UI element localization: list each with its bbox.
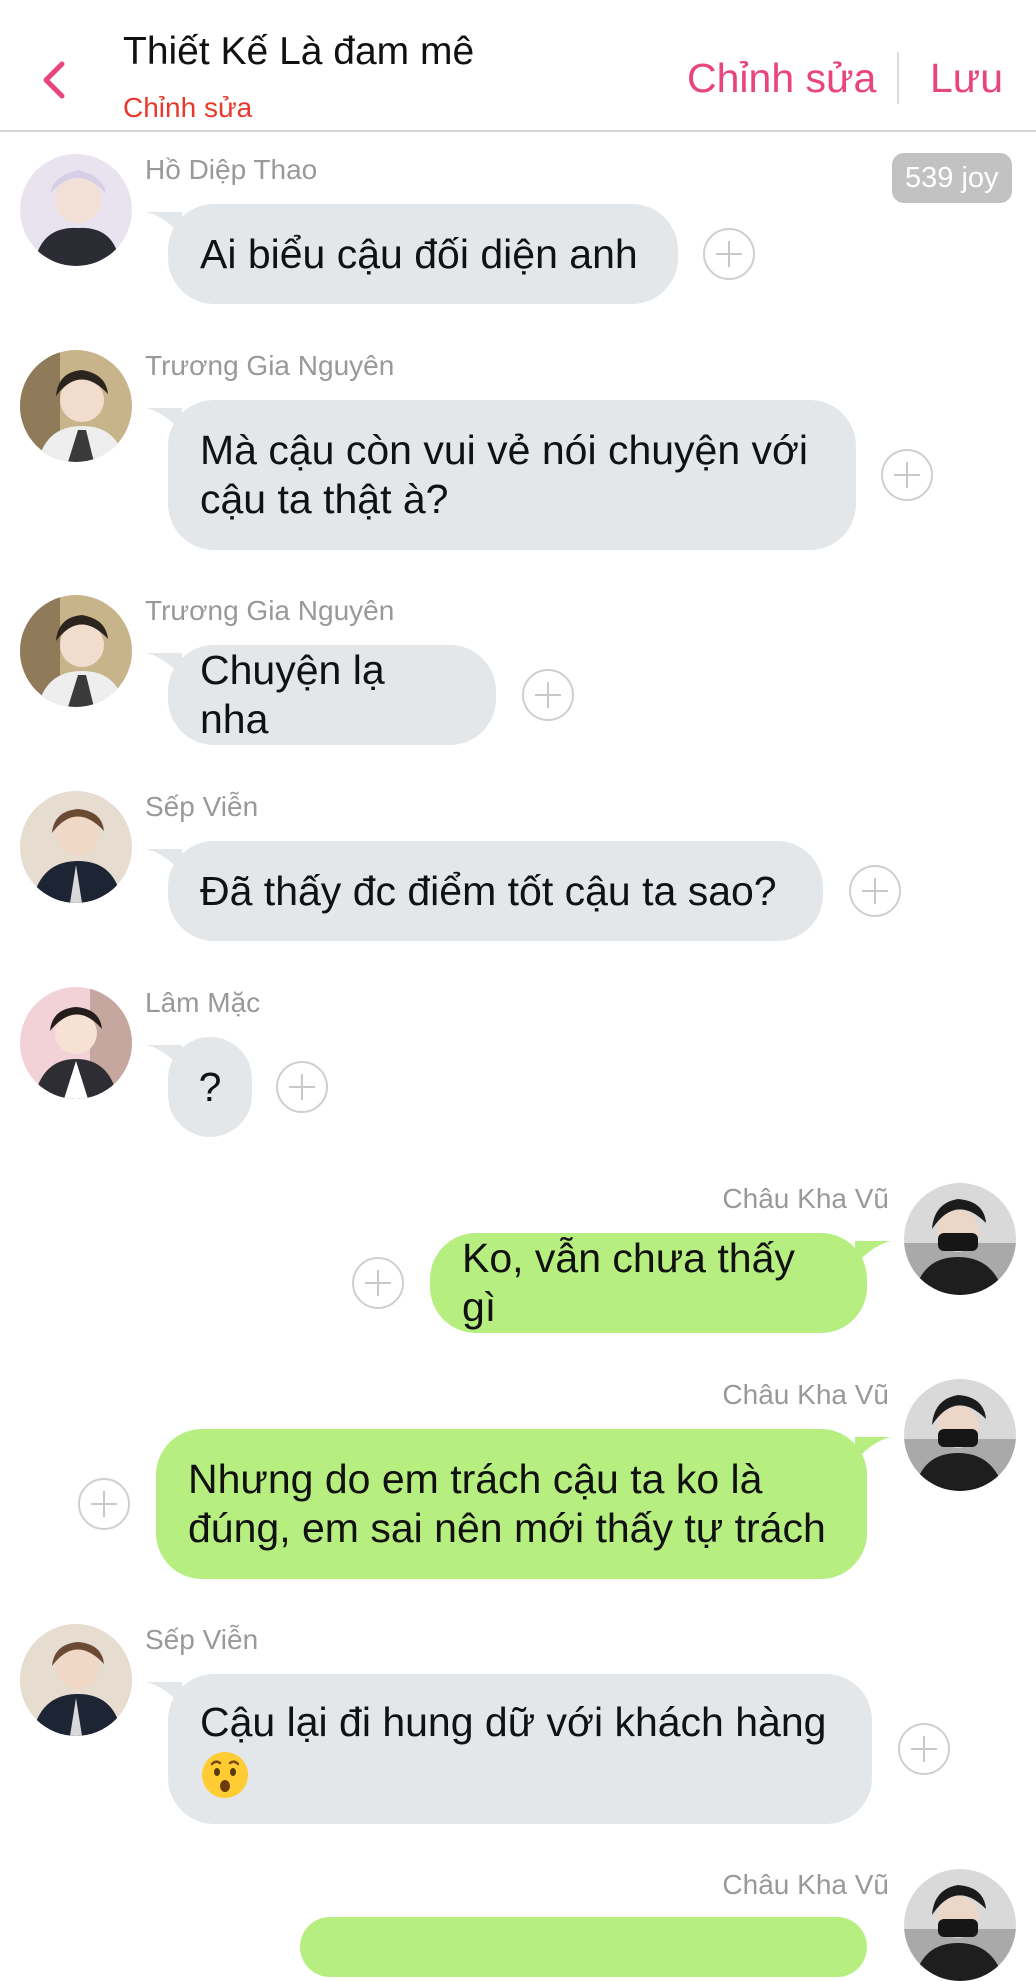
chat-subtitle[interactable]: Chỉnh sửa — [123, 92, 252, 124]
message-bubble[interactable]: Chuyện lạ nha — [168, 645, 496, 745]
message-text: Nhưng do em trách cậu ta ko là — [188, 1456, 763, 1502]
edit-button[interactable]: Chỉnh sửa — [687, 55, 876, 102]
joy-badge: 539 joy — [892, 153, 1012, 203]
avatar[interactable] — [20, 595, 132, 707]
message-bubble[interactable] — [300, 1917, 867, 1977]
sender-name: Sếp Viễn — [145, 1624, 259, 1655]
save-button[interactable]: Lưu — [930, 55, 1003, 102]
avatar[interactable] — [904, 1869, 1016, 1981]
message-bubble[interactable]: Nhưng do em trách cậu ta ko là đúng, em … — [156, 1429, 867, 1579]
add-reaction-icon[interactable] — [703, 228, 755, 280]
message-text: Cậu lại đi hung dữ với khách hàng — [200, 1698, 827, 1745]
sender-name: Châu Kha Vũ — [722, 1379, 889, 1410]
avatar[interactable] — [20, 987, 132, 1099]
add-reaction-icon[interactable] — [898, 1723, 950, 1775]
message-text: Ko, vẫn chưa thấy gì — [462, 1235, 795, 1330]
message-text: Ai biểu cậu đối diện anh — [200, 230, 638, 277]
chat-title: Thiết Kế Là đam mê — [123, 30, 475, 73]
avatar[interactable] — [20, 1624, 132, 1736]
sender-name: Trương Gia Nguyên — [145, 595, 395, 626]
sender-name: Sếp Viễn — [145, 791, 259, 822]
add-reaction-icon[interactable] — [522, 669, 574, 721]
message-text: Đã thấy đc điểm tốt cậu ta sao? — [200, 867, 777, 914]
sender-name: Lâm Mặc — [145, 987, 261, 1018]
add-reaction-icon[interactable] — [881, 449, 933, 501]
avatar[interactable] — [20, 350, 132, 462]
message-bubble[interactable]: Mà cậu còn vui vẻ nói chuyện với cậu ta … — [168, 400, 856, 550]
message-bubble[interactable]: Ai biểu cậu đối diện anh — [168, 204, 678, 304]
header-divider — [897, 52, 899, 104]
astonished-face-icon — [202, 1752, 248, 1799]
sender-name: Châu Kha Vũ — [722, 1183, 889, 1214]
message-text: ? — [198, 1063, 222, 1110]
avatar[interactable] — [20, 154, 132, 266]
add-reaction-icon[interactable] — [276, 1061, 328, 1113]
message-bubble[interactable]: ? — [168, 1037, 252, 1137]
sender-name: Trương Gia Nguyên — [145, 350, 395, 381]
message-text: cậu ta thật à? — [200, 476, 449, 522]
message-bubble[interactable]: Ko, vẫn chưa thấy gì — [430, 1233, 867, 1333]
back-chevron-icon[interactable] — [38, 56, 74, 104]
add-reaction-icon[interactable] — [849, 865, 901, 917]
add-reaction-icon[interactable] — [78, 1478, 130, 1530]
avatar[interactable] — [904, 1379, 1016, 1491]
message-text: Mà cậu còn vui vẻ nói chuyện với — [200, 427, 809, 473]
add-reaction-icon[interactable] — [352, 1257, 404, 1309]
sender-name: Châu Kha Vũ — [722, 1869, 889, 1900]
message-bubble[interactable]: Cậu lại đi hung dữ với khách hàng — [168, 1674, 872, 1824]
message-text: đúng, em sai nên mới thấy tự trách — [188, 1505, 826, 1551]
message-bubble[interactable]: Đã thấy đc điểm tốt cậu ta sao? — [168, 841, 823, 941]
chat-header: Thiết Kế Là đam mê Chỉnh sửa Chỉnh sửa L… — [0, 0, 1036, 132]
message-text: Chuyện lạ nha — [200, 647, 385, 742]
avatar[interactable] — [20, 791, 132, 903]
sender-name: Hồ Diệp Thao — [145, 154, 318, 185]
avatar[interactable] — [904, 1183, 1016, 1295]
